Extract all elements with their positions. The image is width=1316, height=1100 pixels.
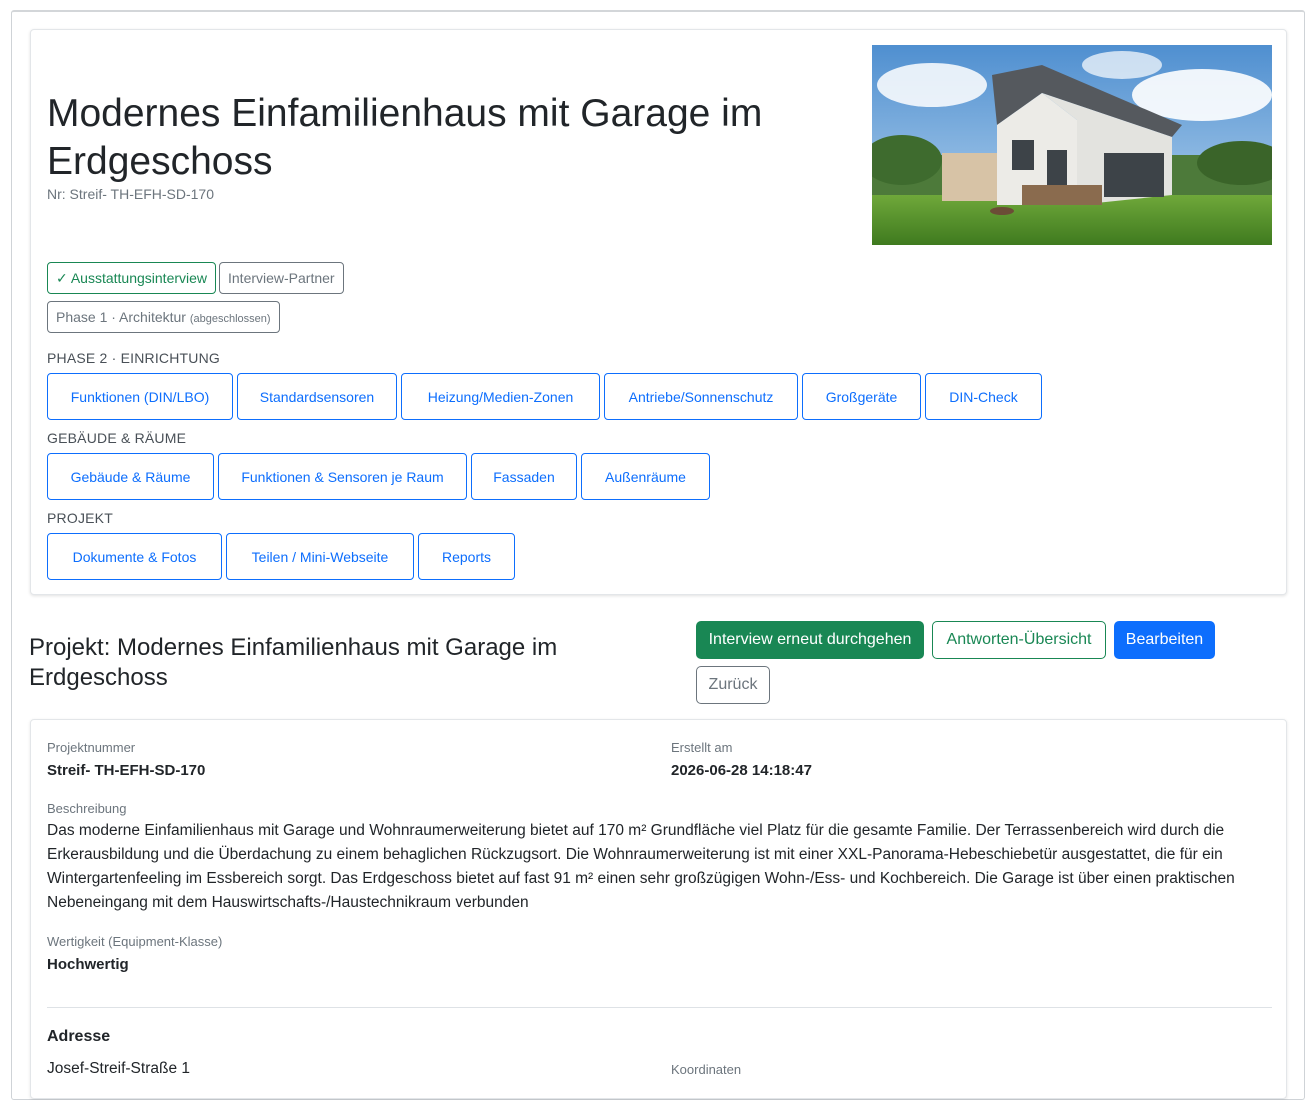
nav-button-aussenraeume[interactable]: Außenräume (581, 453, 710, 500)
back-button[interactable]: Zurück (696, 666, 770, 704)
interview-again-button[interactable]: Interview erneut durchgehen (696, 621, 924, 659)
project-number: Nr: Streif- TH-EFH-SD-170 (47, 186, 214, 202)
divider (47, 1007, 1272, 1008)
description-text: Das moderne Einfamilienhaus mit Garage u… (47, 822, 1235, 911)
status-phase1-label: Phase 1 · Architektur (56, 309, 186, 325)
status-phase1[interactable]: Phase 1 · Architektur (abgeschlossen) (47, 301, 280, 333)
nav-button-dokumente-fotos[interactable]: Dokumente & Fotos (47, 533, 222, 580)
nav-button-gebaeude-raeume[interactable]: Gebäude & Räume (47, 453, 214, 500)
project-number-value: Streif- TH-EFH-SD-170 (47, 762, 206, 779)
created-value: 2026-06-28 14:18:47 (671, 762, 812, 779)
edit-button[interactable]: Bearbeiten (1114, 621, 1215, 659)
page-title: Modernes Einfamilienhaus mit Garage im E… (47, 92, 763, 183)
answers-overview-button[interactable]: Antworten-Übersicht (932, 621, 1106, 659)
project-number-label: Projektnummer (47, 740, 136, 755)
nav-button-heizung-medien-zonen[interactable]: Heizung/Medien-Zonen (401, 373, 600, 420)
nav-button-teilen-mini-webseite[interactable]: Teilen / Mini-Webseite (226, 533, 414, 580)
project-hero-card: Modernes Einfamilienhaus mit Garage im E… (30, 29, 1287, 595)
class-value: Hochwertig (47, 956, 129, 973)
description-label: Beschreibung (47, 801, 127, 816)
coordinates-label: Koordinaten (671, 1062, 742, 1077)
address-heading: Adresse (47, 1028, 111, 1045)
nav-button-funktionen-sensoren-raum[interactable]: Funktionen & Sensoren je Raum (218, 453, 467, 500)
status-interview-partner[interactable]: Interview-Partner (219, 262, 344, 294)
nav-button-antriebe-sonnenschutz[interactable]: Antriebe/Sonnenschutz (604, 373, 798, 420)
nav-button-fassaden[interactable]: Fassaden (471, 453, 577, 500)
nav-button-din-check[interactable]: DIN-Check (925, 373, 1042, 420)
status-interview-done[interactable]: ✓ Ausstattungsinterview (47, 262, 217, 294)
nav-button-reports[interactable]: Reports (418, 533, 515, 580)
created-label: Erstellt am (671, 740, 733, 755)
nav-button-grossgeraete[interactable]: Großgeräte (802, 373, 921, 420)
project-details-card: Projektnummer Streif- TH-EFH-SD-170 Erst… (30, 719, 1287, 1099)
address-street: Josef-Streif-Straße 1 (47, 1060, 190, 1077)
section-label-phase2: Phase 2 · Einrichtung (47, 350, 220, 366)
house-image (872, 45, 1272, 245)
section-label-gebaeude: Gebäude & Räume (47, 430, 187, 446)
nav-button-funktionen-din-lbo[interactable]: Funktionen (DIN/LBO) (47, 373, 233, 420)
class-label: Wertigkeit (Equipment-Klasse) (47, 934, 223, 949)
nav-button-standardsensoren[interactable]: Standardsensoren (237, 373, 397, 420)
section-label-projekt: Projekt (47, 510, 113, 526)
status-phase1-note: (abgeschlossen) (189, 313, 271, 325)
project-heading: Projekt: Modernes Einfamilienhaus mit Ga… (29, 634, 558, 691)
